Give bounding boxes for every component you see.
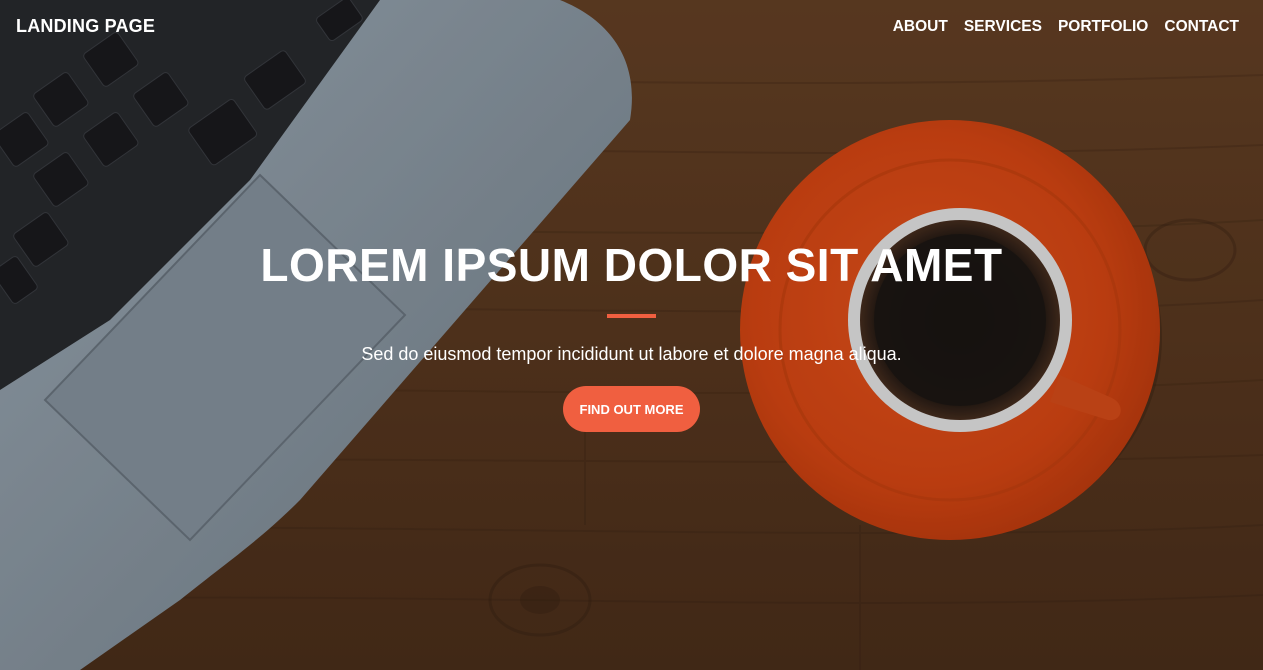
accent-divider	[607, 314, 656, 318]
nav-item-about: ABOUT	[893, 18, 948, 36]
hero-subtext: Sed do eiusmod tempor incididunt ut labo…	[361, 344, 902, 364]
nav-link-about[interactable]: ABOUT	[893, 18, 948, 35]
nav-item-contact: CONTACT	[1164, 18, 1239, 36]
top-navbar: LANDING PAGE ABOUT SERVICES PORTFOLIO CO…	[0, 0, 1263, 56]
nav-link-contact[interactable]: CONTACT	[1164, 18, 1239, 35]
hero-content: LOREM IPSUM DOLOR SIT AMET Sed do eiusmo…	[0, 0, 1263, 670]
nav-link-services[interactable]: SERVICES	[964, 18, 1042, 35]
nav-link-portfolio[interactable]: PORTFOLIO	[1058, 18, 1148, 35]
nav-item-portfolio: PORTFOLIO	[1058, 18, 1148, 36]
find-out-more-button[interactable]: FIND OUT MORE	[563, 386, 700, 432]
brand-logo-link[interactable]: LANDING PAGE	[16, 16, 155, 37]
nav-item-services: SERVICES	[964, 18, 1042, 36]
nav-links: ABOUT SERVICES PORTFOLIO CONTACT	[893, 18, 1239, 36]
hero-headline: LOREM IPSUM DOLOR SIT AMET	[260, 239, 1003, 291]
